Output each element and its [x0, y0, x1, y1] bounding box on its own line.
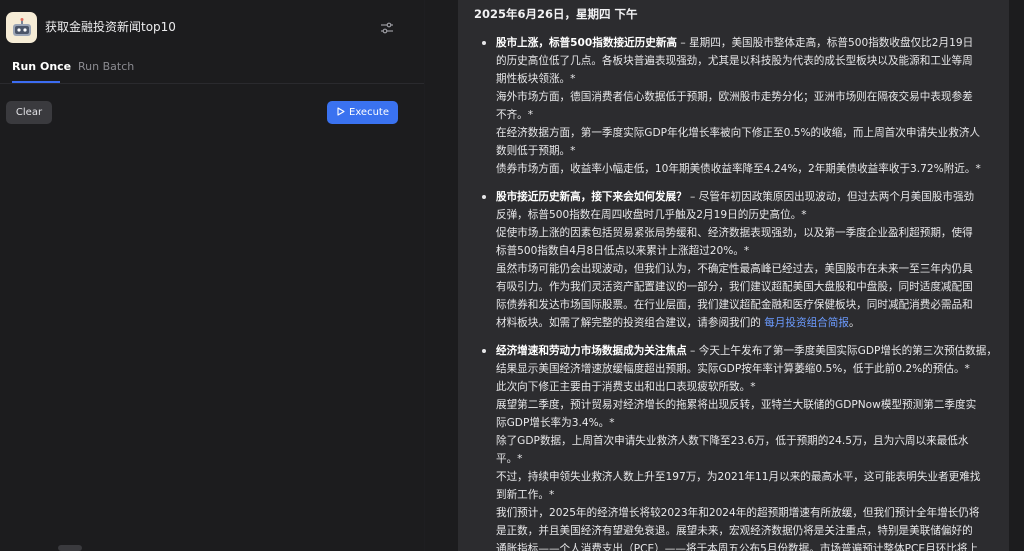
execute-button-label: Execute [349, 107, 389, 118]
news-headline: 经济增速和劳动力市场数据成为关注焦点 [496, 345, 687, 357]
news-text: 不齐。* [496, 109, 534, 121]
news-text: 虽然市场可能仍会出现波动，但我们认为，不确定性最高峰已经过去，美国股市在未来一至… [496, 263, 973, 275]
date-heading: 2025年6月26日，星期四 下午 [474, 7, 638, 21]
news-item: 股市接近历史新高，接下来会如何发展？ – 尽管年初因政策原因出现波动，但过去两个… [482, 188, 996, 332]
news-text: 不过，持续申领失业救济人数上升至197万，为2021年11月以来的最高水平，这可… [496, 471, 981, 483]
news-line: 有吸引力。作为我们灵活资产配置建议的一部分，我们建议超配美国大盘股和中盘股，同时… [496, 278, 996, 296]
news-text: 展望第二季度，预计贸易对经济增长的拖累将出现反转，亚特兰大联储的GDPNow模型… [496, 399, 977, 411]
news-text: 到新工作。* [496, 489, 555, 501]
news-line: 结果显示美国经济增速放缓幅度超出预期。实际GDP按年率计算萎缩0.5%，低于此前… [496, 360, 996, 378]
news-line: 际债券和发达市场国际股票。在行业层面，我们建议超配金融和医疗保健板块，同时减配消… [496, 296, 996, 314]
news-text: – 今天上午发布了第一季度美国实际GDP增长的第三次预估数据， [686, 345, 996, 357]
tabs-divider [0, 83, 424, 84]
news-text: 标普500指数自4月8日低点以来累计上涨超过20%。* [496, 245, 750, 257]
news-text: 的历史高位低了几点。各板块普遍表现强劲，尤其是以科技股为代表的成长型板块以及能源… [496, 55, 973, 67]
news-text: 反弹，标普500指数在周四收盘时几乎触及2月19日的历史高位。* [496, 209, 807, 221]
news-line: 促使市场上涨的因素包括贸易紧张局势缓和、经济数据表现强劲，以及第一季度企业盈利超… [496, 224, 996, 242]
tab-run-once[interactable]: Run Once [12, 60, 71, 73]
news-line: 经济增速和劳动力市场数据成为关注焦点 – 今天上午发布了第一季度美国实际GDP增… [496, 342, 996, 360]
news-line: 虽然市场可能仍会出现波动，但我们认为，不确定性最高峰已经过去，美国股市在未来一至… [496, 260, 996, 278]
news-line: 反弹，标普500指数在周四收盘时几乎触及2月19日的历史高位。* [496, 206, 996, 224]
news-line: 数则低于预期。* [496, 142, 996, 160]
news-headline: 股市接近历史新高，接下来会如何发展？ [496, 191, 687, 203]
news-line: 股市接近历史新高，接下来会如何发展？ – 尽管年初因政策原因出现波动，但过去两个… [496, 188, 996, 206]
news-line: 通胀指标——个人消费支出（PCE）——将于本周五公布5月份数据。市场普遍预计整体… [496, 540, 996, 551]
result-card: 2025年6月26日，星期四 下午 股市上涨，标普500指数接近历史新高 – 星… [458, 0, 1009, 551]
bullet-icon [482, 195, 486, 199]
news-text: 促使市场上涨的因素包括贸易紧张局势缓和、经济数据表现强劲，以及第一季度企业盈利超… [496, 227, 973, 239]
news-line: 平。* [496, 450, 996, 468]
news-line: 债券市场方面，收益率小幅走低，10年期美债收益率降至4.24%，2年期美债收益率… [496, 160, 996, 178]
news-text: 期性板块领涨。* [496, 73, 576, 85]
news-text: 材料板块。如需了解完整的投资组合建议，请参阅我们的 [496, 317, 765, 329]
news-item: 股市上涨，标普500指数接近历史新高 – 星期四，美国股市整体走高，标普500指… [482, 34, 996, 178]
bullet-icon [482, 41, 486, 45]
news-text: 在经济数据方面，第一季度实际GDP年化增长率被向下修正至0.5%的收缩，而上周首… [496, 127, 981, 139]
input-panel: 获取金融投资新闻top10 Run Once Run Batch Clear E… [0, 0, 424, 551]
news-text: 海外市场方面，德国消费者信心数据低于预期，欧洲股市走势分化；亚洲市场则在隔夜交易… [496, 91, 973, 103]
portfolio-brief-link[interactable]: 每月投资组合简报 [764, 317, 849, 329]
news-line: 此次向下修正主要由于消费支出和出口表现疲软所致。* [496, 378, 996, 396]
news-line: 股市上涨，标普500指数接近历史新高 – 星期四，美国股市整体走高，标普500指… [496, 34, 996, 52]
news-line: 标普500指数自4月8日低点以来累计上涨超过20%。* [496, 242, 996, 260]
app-header: 获取金融投资新闻top10 [6, 12, 416, 44]
robot-icon [6, 12, 37, 43]
news-item: 经济增速和劳动力市场数据成为关注焦点 – 今天上午发布了第一季度美国实际GDP增… [482, 342, 996, 551]
news-line: 我们预计，2025年的经济增长将较2023年和2024年的超预期增速有所放缓，但… [496, 504, 996, 522]
news-text: 通胀指标——个人消费支出（PCE）——将于本周五公布5月份数据。市场普遍预计整体… [496, 543, 979, 551]
news-text: – 星期四，美国股市整体走高，标普500指数收盘仅比2月19日 [677, 37, 974, 49]
news-text: 有吸引力。作为我们灵活资产配置建议的一部分，我们建议超配美国大盘股和中盘股，同时… [496, 281, 973, 293]
clear-button[interactable]: Clear [6, 101, 52, 124]
tab-run-batch[interactable]: Run Batch [78, 60, 134, 73]
app-window: 获取金融投资新闻top10 Run Once Run Batch Clear E… [0, 0, 1024, 551]
news-line: 不齐。* [496, 106, 996, 124]
bullet-icon [482, 349, 486, 353]
news-headline: 股市上涨，标普500指数接近历史新高 [496, 37, 678, 49]
news-line: 际GDP增长率为3.4%。* [496, 414, 996, 432]
news-line: 期性板块领涨。* [496, 70, 996, 88]
news-list: 股市上涨，标普500指数接近历史新高 – 星期四，美国股市整体走高，标普500指… [482, 34, 996, 551]
news-text: 此次向下修正主要由于消费支出和出口表现疲软所致。* [496, 381, 756, 393]
news-line: 展望第二季度，预计贸易对经济增长的拖累将出现反转，亚特兰大联储的GDPNow模型… [496, 396, 996, 414]
execute-button[interactable]: Execute [327, 101, 398, 124]
news-line: 到新工作。* [496, 486, 996, 504]
footer-hint [58, 545, 82, 551]
news-line: 的历史高位低了几点。各板块普遍表现强劲，尤其是以科技股为代表的成长型板块以及能源… [496, 52, 996, 70]
news-line: 材料板块。如需了解完整的投资组合建议，请参阅我们的 每月投资组合简报。 [496, 314, 996, 332]
news-text: 债券市场方面，收益率小幅走低，10年期美债收益率降至4.24%，2年期美债收益率… [496, 163, 981, 175]
news-text: 除了GDP数据，上周首次申请失业救济人数下降至23.6万，低于预期的24.5万，… [496, 435, 969, 447]
news-line: 是正数，并且美国经济有望避免衰退。展望未来，宏观经济数据仍将是关注重点，特别是美… [496, 522, 996, 540]
news-text: 我们预计，2025年的经济增长将较2023年和2024年的超预期增速有所放缓，但… [496, 507, 980, 519]
news-text: 结果显示美国经济增速放缓幅度超出预期。实际GDP按年率计算萎缩0.5%，低于此前… [496, 363, 970, 375]
clear-button-label: Clear [15, 107, 43, 118]
news-line: 在经济数据方面，第一季度实际GDP年化增长率被向下修正至0.5%的收缩，而上周首… [496, 124, 996, 142]
news-text: 际GDP增长率为3.4%。* [496, 417, 615, 429]
news-text: 。 [848, 317, 860, 329]
news-text: 平。* [496, 453, 523, 465]
news-line: 海外市场方面，德国消费者信心数据低于预期，欧洲股市走势分化；亚洲市场则在隔夜交易… [496, 88, 996, 106]
news-line: 除了GDP数据，上周首次申请失业救济人数下降至23.6万，低于预期的24.5万，… [496, 432, 996, 450]
play-icon [336, 106, 345, 119]
news-text: 际债券和发达市场国际股票。在行业层面，我们建议超配金融和医疗保健板块，同时减配消… [496, 299, 973, 311]
app-title: 获取金融投资新闻top10 [45, 20, 176, 34]
news-line: 不过，持续申领失业救济人数上升至197万，为2021年11月以来的最高水平，这可… [496, 468, 996, 486]
news-text: – 尽管年初因政策原因出现波动，但过去两个月美国股市强劲 [686, 191, 975, 203]
settings-sliders-icon[interactable] [380, 20, 394, 34]
news-text: 数则低于预期。* [496, 145, 576, 157]
news-text: 是正数，并且美国经济有望避免衰退。展望未来，宏观经济数据仍将是关注重点，特别是美… [496, 525, 973, 537]
result-panel: 2025年6月26日，星期四 下午 股市上涨，标普500指数接近历史新高 – 星… [425, 0, 1024, 551]
